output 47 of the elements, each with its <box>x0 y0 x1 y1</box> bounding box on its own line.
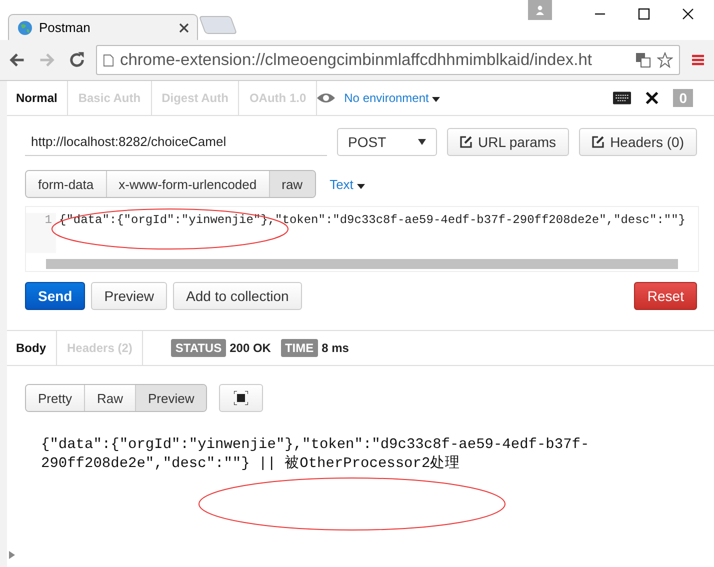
body-type-button[interactable]: raw <box>270 171 315 197</box>
person-icon <box>535 5 545 15</box>
view-mode-button[interactable]: Pretty <box>26 385 85 411</box>
reload-icon[interactable] <box>68 51 86 69</box>
star-icon[interactable] <box>657 52 673 68</box>
back-icon[interactable] <box>8 51 26 69</box>
caret-icon <box>418 139 426 145</box>
body-type-button[interactable]: form-data <box>26 171 107 197</box>
browser-tab[interactable]: Postman <box>8 14 198 40</box>
send-button[interactable]: Send <box>25 282 86 310</box>
body-type-button[interactable]: x-www-form-urlencoded <box>106 171 270 197</box>
response-text: {"data":{"orgId":"yinwenjie"},"token":"d9c33c8f-ae59-4edf-b37f- 290ff208de2e","desc":""} || 被OtherProcessor2处理 <box>41 436 590 474</box>
caret-icon <box>357 184 366 188</box>
menu-icon[interactable] <box>692 54 704 66</box>
url-field[interactable]: http://localhost:8282/choiceCamel <box>25 128 327 156</box>
caret-icon <box>432 97 440 102</box>
add-to-collection-button[interactable]: Add to collection <box>173 282 302 310</box>
horizontal-scrollbar[interactable] <box>46 259 678 269</box>
reset-button[interactable]: Reset <box>634 282 697 310</box>
view-mode-button[interactable]: Raw <box>84 385 136 411</box>
address-bar[interactable]: chrome-extension://clmeoengcimbinmlaffcdhhmimblkaid/index.ht <box>96 45 680 75</box>
close-icon[interactable] <box>179 22 189 32</box>
time-label: TIME <box>280 339 318 357</box>
line-number: 1 <box>26 213 56 253</box>
maximize-icon[interactable] <box>638 8 650 20</box>
preview-button[interactable]: Preview <box>91 282 168 310</box>
globe-icon <box>17 20 33 36</box>
keyboard-icon[interactable] <box>613 91 632 105</box>
environment-dropdown[interactable]: No environment <box>344 91 440 105</box>
edit-icon <box>460 136 472 148</box>
eye-icon[interactable] <box>316 92 336 104</box>
close-icon[interactable] <box>682 8 694 20</box>
toggle-button[interactable]: URL params <box>447 128 570 156</box>
expand-arrow-icon[interactable] <box>9 551 15 559</box>
method-dropdown[interactable]: POST <box>337 128 437 156</box>
fullscreen-icon <box>234 391 248 405</box>
time-value: 8 ms <box>322 341 349 355</box>
format-dropdown[interactable]: Text <box>330 176 366 192</box>
status-label: STATUS <box>171 339 226 357</box>
counter-badge: 0 <box>673 89 693 107</box>
page-icon <box>103 54 114 66</box>
view-mode-button[interactable]: Preview <box>136 385 206 411</box>
status-value: 200 OK <box>230 341 271 355</box>
translate-icon[interactable] <box>635 52 651 68</box>
fullscreen-button[interactable] <box>219 384 264 412</box>
toggle-button[interactable]: Headers (0) <box>579 128 697 156</box>
edit-icon <box>592 136 604 148</box>
